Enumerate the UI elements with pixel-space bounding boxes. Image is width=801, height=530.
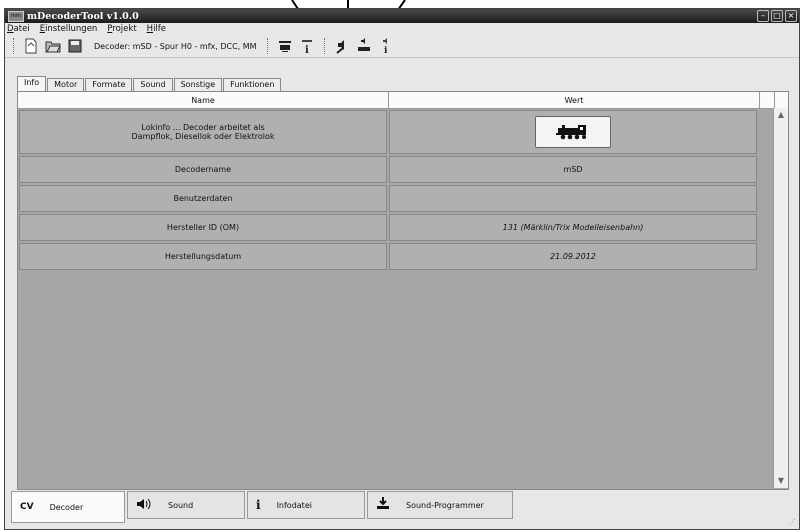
sound-loco-icon <box>357 38 370 51</box>
tab-sound[interactable]: Sound <box>133 78 173 91</box>
row-value: 21.09.2012 <box>389 243 757 270</box>
header-corner <box>760 92 775 108</box>
sound-wrench-icon <box>335 40 344 54</box>
menu-einstellungen[interactable]: Einstellungen <box>40 24 98 34</box>
tab-motor[interactable]: Motor <box>47 78 85 91</box>
vertical-scrollbar[interactable]: ▲ ▼ <box>773 108 788 488</box>
lokinfo-line1: Lokinfo ... Decoder arbeitet als <box>141 123 265 132</box>
toolbar-separator <box>323 38 329 54</box>
toolbar-separator <box>266 38 272 54</box>
main-content: Info Motor Formate Sound Sonstige Funkti… <box>17 76 789 490</box>
steam-locomotive-icon <box>556 125 586 140</box>
new-file-button[interactable] <box>22 37 40 55</box>
title-bar: mm mDecoderTool v1.0.0 – □ × <box>5 9 799 23</box>
window-title: mDecoderTool v1.0.0 <box>27 10 139 22</box>
row-value: mSD <box>389 156 757 183</box>
row-name: Hersteller ID (OM) <box>19 214 387 241</box>
bottom-tab-infodatei[interactable]: i Infodatei <box>247 491 365 519</box>
maximize-button[interactable]: □ <box>771 10 783 22</box>
minimize-button[interactable]: – <box>757 10 769 22</box>
folder-open-icon <box>45 41 61 53</box>
save-button[interactable] <box>66 37 84 55</box>
bottom-tab-sound-programmer[interactable]: Sound-Programmer <box>367 491 513 519</box>
tab-info[interactable]: Info <box>17 76 47 91</box>
toolbar-separator <box>13 38 18 54</box>
speaker-icon <box>136 498 152 513</box>
row-name: Herstellungsdatum <box>19 243 387 270</box>
app-window: mm mDecoderTool v1.0.0 – □ × Datei Einst… <box>4 8 800 530</box>
svg-text:i: i <box>384 46 388 54</box>
loco-read-icon <box>278 41 291 52</box>
table-row[interactable]: Decodername mSD <box>18 155 788 184</box>
table-row[interactable]: Hersteller ID (OM) 131 (Märklin/Trix Mod… <box>18 213 788 242</box>
sound-info-button[interactable]: i <box>377 37 395 55</box>
table-row[interactable]: Lokinfo ... Decoder arbeitet als Dampflo… <box>18 109 788 155</box>
tab-sonstige[interactable]: Sonstige <box>173 78 223 91</box>
sound-loco-button[interactable] <box>355 37 373 55</box>
decoder-label: Decoder: mSD - Spur H0 - mfx, DCC, MM <box>94 41 257 51</box>
info-table: Name Wert Lokinfo ... Decoder arbeitet a… <box>17 91 789 490</box>
save-icon <box>68 39 82 53</box>
menu-projekt[interactable]: Projekt <box>107 24 136 34</box>
loco-type-button[interactable] <box>535 116 611 148</box>
bottom-tab-bar: CV Decoder Sound i Infodatei Sound-Progr… <box>11 491 515 523</box>
row-value: 131 (Märklin/Trix Modelleisenbahn) <box>389 214 757 241</box>
toolbar: Decoder: mSD - Spur H0 - mfx, DCC, MM i … <box>5 35 799 58</box>
svg-text:i: i <box>305 45 309 54</box>
bottom-tab-label: Sound <box>168 500 194 510</box>
app-icon: mm <box>8 10 24 22</box>
tab-bar: Info Motor Formate Sound Sonstige Funkti… <box>17 76 789 91</box>
table-row[interactable]: Herstellungsdatum 21.09.2012 <box>18 242 788 271</box>
bottom-tab-label: Sound-Programmer <box>406 500 484 510</box>
row-name: Benutzerdaten <box>19 185 387 212</box>
tab-formate[interactable]: Formate <box>85 78 133 91</box>
row-name-lokinfo: Lokinfo ... Decoder arbeitet als Dampflo… <box>19 110 387 154</box>
lokinfo-line2: Dampflok, Diesellok oder Elektrolok <box>131 132 275 141</box>
row-value[interactable] <box>389 185 757 212</box>
menu-datei[interactable]: Datei <box>7 24 30 34</box>
table-row[interactable]: Benutzerdaten <box>18 184 788 213</box>
sound-info-icon: i <box>382 38 388 54</box>
download-loco-icon <box>376 496 390 514</box>
menu-hilfe[interactable]: Hilfe <box>147 24 166 34</box>
scroll-up-icon[interactable]: ▲ <box>774 108 788 122</box>
table-header: Name Wert <box>18 92 788 109</box>
sound-edit-button[interactable] <box>333 37 351 55</box>
open-button[interactable] <box>44 37 62 55</box>
tab-funktionen[interactable]: Funktionen <box>223 78 282 91</box>
new-file-icon <box>25 38 37 54</box>
bottom-tab-label: Infodatei <box>276 500 312 510</box>
bottom-tab-label: Decoder <box>49 502 84 512</box>
bottom-tab-decoder[interactable]: CV Decoder <box>11 491 125 523</box>
resize-grip[interactable]: ⋰ <box>789 518 796 526</box>
info-icon: i <box>256 498 261 512</box>
bottom-tab-sound[interactable]: Sound <box>127 491 245 519</box>
column-header-name[interactable]: Name <box>18 92 389 108</box>
read-decoder-button[interactable] <box>276 37 294 55</box>
menu-bar: Datei Einstellungen Projekt Hilfe <box>5 23 799 35</box>
row-name: Decodername <box>19 156 387 183</box>
close-button[interactable]: × <box>785 10 797 22</box>
decoder-info-button[interactable]: i <box>298 37 316 55</box>
scroll-down-icon[interactable]: ▼ <box>774 474 788 488</box>
column-header-wert[interactable]: Wert <box>389 92 760 108</box>
row-value-lokinfo <box>389 110 757 154</box>
cv-loco-icon: CV <box>20 502 34 512</box>
loco-info-icon: i <box>301 40 312 54</box>
